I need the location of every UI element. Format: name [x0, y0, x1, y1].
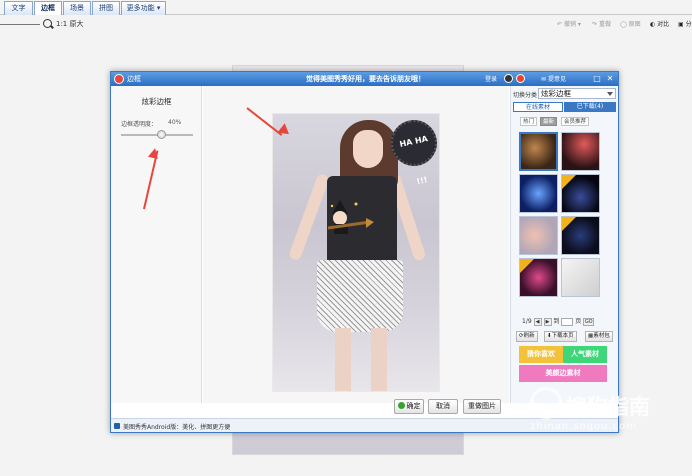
watermark-brand: 搜狗指南 — [566, 395, 650, 419]
photo-skirt — [317, 260, 403, 332]
refresh-label: 刷新 — [523, 333, 535, 339]
pager: 1/9 ◀ ▶ 到 页 GO — [522, 316, 595, 326]
share-button[interactable]: ▣ 分享 — [678, 19, 692, 28]
zoom-icon[interactable] — [43, 19, 52, 28]
close-icon[interactable]: ✕ — [605, 74, 615, 84]
photo-arm-left — [287, 172, 331, 262]
promo-text: 觉得美图秀秀好用，要去告诉朋友哦！ — [306, 75, 425, 83]
material-panel: 切换分类 炫彩边框 在线素材 已下载(4) 热门 最新 会员推荐 1/9 ◀ ▶… — [510, 86, 618, 403]
zoom-level[interactable]: 1:1 原大 — [56, 19, 84, 29]
undo-button[interactable]: ↶ 撤销 ▾ — [557, 19, 581, 28]
prev-page-icon[interactable]: ◀ — [533, 317, 542, 326]
material-thumb[interactable] — [519, 258, 558, 297]
share-label: 分享 — [685, 21, 692, 28]
speaker-icon — [114, 423, 120, 429]
switch-category-label: 切换分类 — [513, 92, 538, 99]
goto-label: 到 — [553, 318, 560, 325]
tab-downloaded[interactable]: 已下载(4) — [564, 102, 616, 112]
filter-latest[interactable]: 最新 — [540, 117, 557, 126]
frame-dialog: 边框 觉得美图秀秀好用，要去告诉朋友哦！ 登录 ✉ 提意见 □ ✕ 炫彩边框 边… — [110, 71, 619, 433]
material-thumb[interactable] — [519, 174, 558, 213]
dialog-title: 边框 — [127, 75, 141, 83]
opacity-slider-thumb[interactable] — [156, 130, 166, 139]
feedback-link[interactable]: ✉ 提意见 — [541, 74, 566, 83]
category-value: 炫彩边框 — [541, 89, 571, 98]
maximize-icon[interactable]: □ — [592, 74, 602, 84]
material-pack-button[interactable]: ▦素材包 — [585, 331, 613, 342]
opacity-label: 边框透明度： — [121, 121, 158, 128]
page-indicator: 1/9 — [522, 318, 532, 325]
material-thumb[interactable] — [561, 132, 600, 171]
watermark-url: zhinan.sogou.com — [530, 421, 638, 432]
cancel-button[interactable]: 取消 — [428, 399, 458, 414]
download-label: 下载本页 — [551, 333, 574, 339]
photo-face — [353, 130, 383, 168]
material-thumb[interactable] — [519, 216, 558, 255]
material-thumb[interactable] — [561, 216, 600, 255]
top-toolbar: 文字 边框 场景 拼图 更多功能 ▾ — [0, 0, 692, 15]
redo-button[interactable]: ↷ 重做 — [592, 19, 611, 28]
compare-label: 对比 — [657, 21, 670, 28]
tab-more-label: 更多功能 — [126, 4, 155, 12]
hot-badge-icon — [562, 175, 576, 189]
tab-collage[interactable]: 拼图 — [92, 1, 120, 15]
witch-sticker-icon — [327, 200, 374, 234]
redo-label: 重做 — [598, 21, 611, 28]
tab-text[interactable]: 文字 — [4, 1, 33, 15]
page-unit-label: 页 — [575, 318, 582, 325]
tab-more-functions[interactable]: 更多功能 ▾ — [121, 1, 166, 15]
status-text[interactable]: 美图秀秀Android版：美化、拼图更方便 — [123, 422, 230, 431]
tab-frame[interactable]: 边框 — [34, 1, 62, 15]
check-icon — [397, 402, 405, 409]
reset-image-button[interactable]: 重做图片 — [463, 399, 501, 414]
restore-button[interactable]: ◯ 原图 — [620, 19, 641, 28]
watermark: 搜狗指南 zhinan.sogou.com — [530, 387, 690, 437]
zoom-slider[interactable] — [0, 24, 40, 25]
material-thumb[interactable] — [561, 258, 600, 297]
filter-member[interactable]: 会员推荐 — [561, 117, 589, 126]
category-select[interactable]: 炫彩边框 — [538, 88, 616, 99]
hot-badge-icon — [520, 259, 534, 273]
ad-popular[interactable]: 人气素材 — [563, 346, 607, 363]
preview-canvas: HA HA !!! — [203, 86, 509, 403]
penguin-icon[interactable] — [504, 74, 513, 83]
photo-leg-right — [371, 328, 387, 391]
tab-scene[interactable]: 场景 — [63, 1, 91, 15]
next-page-icon[interactable]: ▶ — [543, 317, 552, 326]
filter-hot[interactable]: 热门 — [520, 117, 537, 126]
panel-title: 炫彩边框 — [141, 97, 172, 106]
material-thumb[interactable] — [561, 174, 600, 213]
dialog-titlebar: 边框 觉得美图秀秀好用，要去告诉朋友哦！ 登录 ✉ 提意见 □ ✕ — [111, 72, 618, 86]
restore-label: 原图 — [628, 21, 641, 28]
ok-button[interactable]: 确定 — [394, 399, 424, 414]
ad-beauty[interactable]: 美颜边素材 — [519, 365, 607, 382]
app-logo-icon — [114, 74, 124, 84]
chevron-down-icon — [607, 92, 613, 96]
hot-badge-icon — [562, 217, 576, 231]
go-button[interactable]: GO — [583, 317, 595, 326]
refresh-button[interactable]: ⟳刷新 — [516, 331, 538, 342]
undo-label: 撤销 — [563, 21, 576, 28]
material-pack-label: 素材包 — [593, 333, 610, 339]
tab-online-materials[interactable]: 在线素材 — [513, 102, 563, 112]
ok-label: 确定 — [406, 402, 421, 410]
feedback-label: 提意见 — [547, 76, 566, 83]
download-page-button[interactable]: ⬇下载本页 — [544, 331, 577, 342]
preview-photo[interactable]: HA HA !!! — [272, 113, 440, 392]
image-toolbar: 1:1 原大 ↶ 撤销 ▾ ↷ 重做 ◯ 原图 ◐ 对比 ▣ 分享 — [0, 15, 692, 35]
compare-button[interactable]: ◐ 对比 — [650, 19, 669, 28]
photo-leg-left — [335, 328, 351, 391]
login-link[interactable]: 登录 — [485, 74, 497, 83]
page-input[interactable] — [561, 317, 574, 326]
material-thumb[interactable] — [519, 132, 558, 171]
weibo-icon[interactable] — [516, 74, 525, 83]
sogou-logo-icon — [530, 387, 562, 419]
ad-guess-like[interactable]: 猜你喜欢 — [519, 346, 563, 363]
settings-panel: 炫彩边框 边框透明度： 40% — [111, 86, 202, 403]
opacity-value: 40% — [168, 119, 182, 126]
